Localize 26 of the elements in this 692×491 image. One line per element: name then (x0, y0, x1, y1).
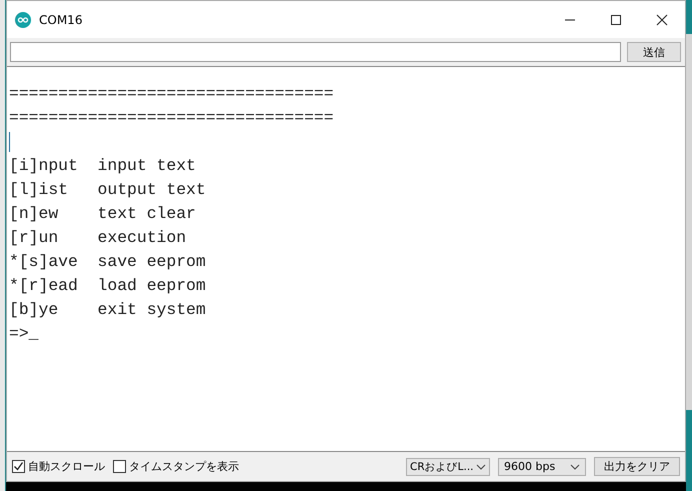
output-line: [l]ist output text (9, 179, 207, 201)
output-line: [n]ew text clear (9, 203, 197, 225)
baud-rate-dropdown[interactable]: 9600 bps (498, 458, 586, 476)
checkbox-label: タイムスタンプを表示 (129, 459, 239, 474)
output-line: *[r]ead load eeprom (9, 275, 207, 297)
output-line: =>_ (9, 323, 40, 345)
clear-output-button[interactable]: 出力をクリア (594, 457, 680, 476)
line-ending-dropdown[interactable]: CRおよびL... (406, 458, 490, 476)
window-title: COM16 (39, 12, 82, 26)
output-line: [b]ye exit system (9, 299, 207, 321)
close-icon[interactable] (656, 14, 668, 26)
chevron-down-icon (476, 464, 486, 470)
send-button[interactable]: 送信 (627, 42, 681, 62)
text-cursor (9, 132, 10, 152)
chevron-down-icon (570, 464, 580, 470)
output-line: ================================= (9, 107, 335, 129)
output-line: [i]nput input text (9, 155, 197, 177)
checkbox[interactable] (113, 460, 126, 473)
output-line: *[s]ave save eeprom (9, 251, 207, 273)
output-line: ================================= (9, 83, 335, 105)
input-field[interactable] (10, 42, 621, 62)
checkbox-label: 自動スクロール (28, 459, 105, 474)
output-line: [r]un execution (9, 227, 188, 249)
checkbox[interactable] (12, 460, 25, 473)
infinity-logo-icon (15, 12, 31, 28)
maximize-icon[interactable] (610, 14, 622, 26)
